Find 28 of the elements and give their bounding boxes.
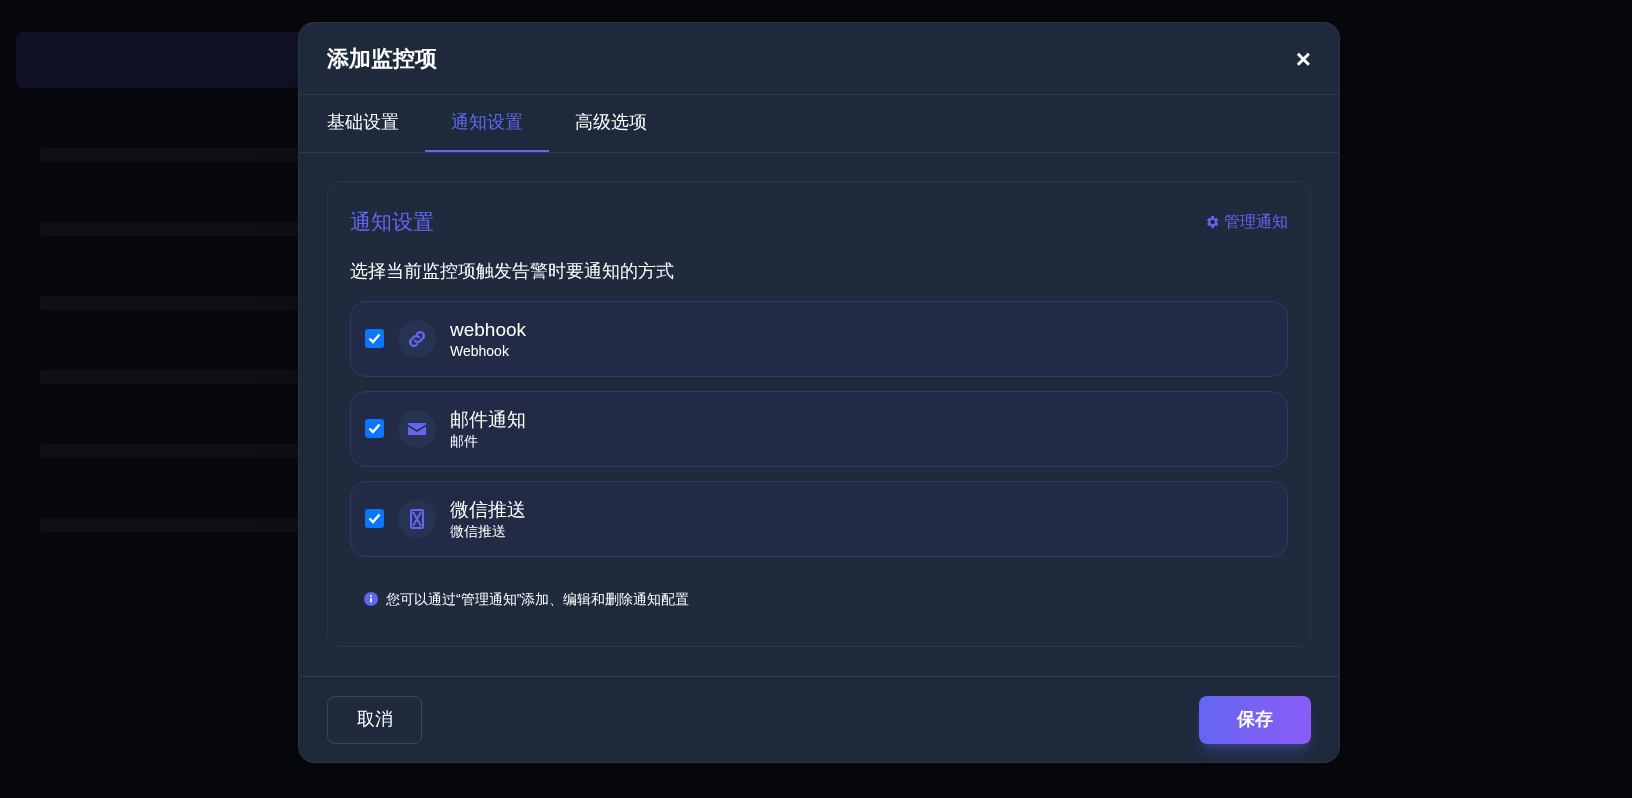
checkbox[interactable]: [365, 509, 384, 528]
info-icon: [364, 592, 378, 606]
channel-option[interactable]: webhook Webhook: [350, 300, 1288, 377]
envelope-icon: [407, 420, 427, 437]
hourglass-icon: [410, 508, 424, 529]
channel-name: 微信推送: [450, 497, 526, 522]
check-icon: [368, 333, 381, 344]
description: 选择当前监控项触发告警时要通知的方式: [350, 259, 675, 283]
check-icon: [368, 513, 381, 524]
check-icon: [368, 423, 381, 434]
close-button[interactable]: ×: [1295, 45, 1311, 72]
channel-name: webhook: [450, 317, 527, 342]
cancel-button[interactable]: 取消: [327, 695, 422, 744]
settings-icon: [1204, 213, 1220, 230]
dialog-title: 添加监控项: [327, 45, 437, 73]
save-button[interactable]: 保存: [1199, 695, 1311, 744]
tab[interactable]: 高级选项: [549, 95, 673, 152]
tab[interactable]: 基础设置: [327, 95, 425, 152]
channel-type: 微信推送: [450, 521, 507, 540]
channel-option[interactable]: 邮件通知 邮件: [350, 390, 1288, 467]
channel-name: 邮件通知: [450, 407, 526, 432]
checkbox[interactable]: [365, 329, 384, 348]
checkbox[interactable]: [365, 419, 384, 438]
channel-type: 邮件: [450, 431, 479, 450]
channel-option[interactable]: 微信推送 微信推送: [350, 480, 1288, 557]
section-title: 通知设置: [350, 209, 434, 235]
hint-text: 您可以通过“管理通知”添加、编辑和删除通知配置: [386, 589, 690, 609]
channel-type: Webhook: [450, 341, 510, 360]
